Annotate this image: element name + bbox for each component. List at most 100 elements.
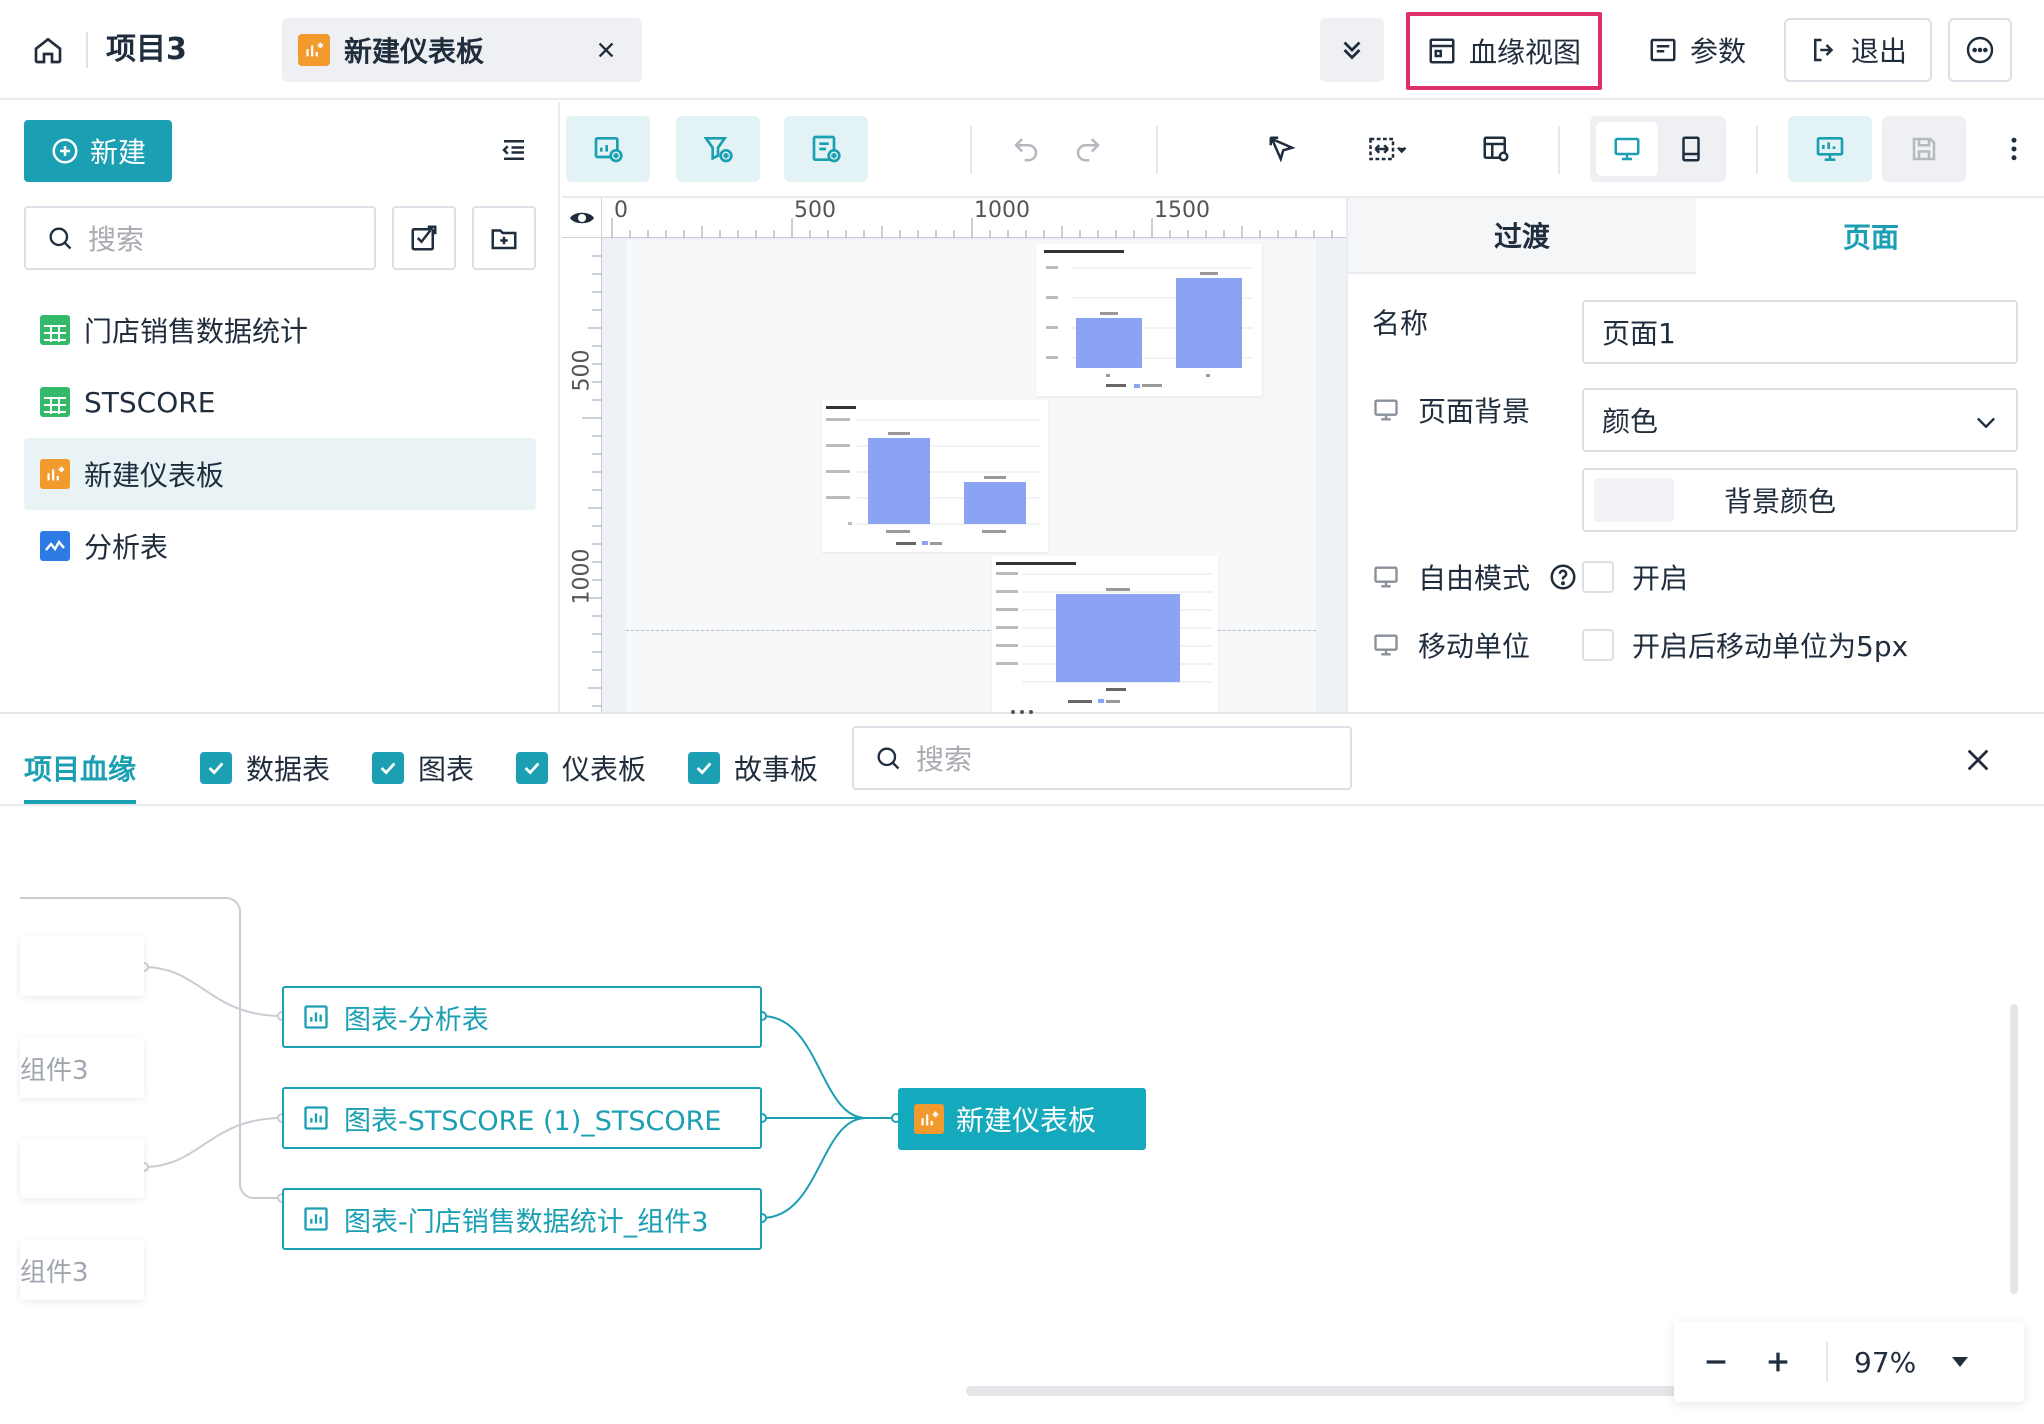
search-placeholder: 搜索 [88,223,145,256]
bar-chart-icon [304,1005,328,1029]
layout-gear-icon [1483,136,1509,162]
sidebar: 新建 搜索 门店销售数据统计 STSCORE 新建仪表板 分析表 [0,102,560,712]
divider [86,32,88,68]
background-type-select[interactable]: 颜色 [1582,388,2018,452]
undo-icon [1014,138,1038,162]
sidebar-item-stscore[interactable]: STSCORE [24,366,536,438]
monitor-icon [1374,399,1398,421]
new-folder-button[interactable] [472,206,536,270]
plus-circle-icon [52,138,78,164]
align-dropdown-button[interactable] [1348,116,1428,182]
table-icon [40,387,70,417]
params-button[interactable]: 参数 [1632,18,1762,82]
zoom-select[interactable]: 97% [1854,1340,2004,1384]
canvas-area: 0 500 1000 1500 500 1000 [562,198,1346,712]
add-component-button[interactable] [784,116,868,182]
new-button[interactable]: 新建 [24,120,172,182]
move-unit-label: 移动单位 [1372,624,1530,666]
sidebar-item-analysis[interactable]: 分析表 [24,510,536,582]
ghost-node[interactable] [20,936,144,996]
close-icon[interactable] [592,36,620,64]
background-color-picker[interactable]: 背景颜色 [1582,468,2018,532]
dashboard-icon [298,34,330,66]
ghost-node[interactable] [20,1138,144,1198]
monitor-icon [1374,566,1398,588]
zoom-control: 97% [1674,1322,2024,1402]
tab-page[interactable]: 页面 [1696,198,2044,274]
zoom-out-button[interactable] [1694,1340,1738,1384]
desktop-view-button[interactable] [1596,122,1658,176]
free-mode-checkbox[interactable] [1582,561,1614,593]
more-menu-button[interactable] [1948,18,2012,82]
top-bar: 项目3 新建仪表板 血缘视图 参数 退出 [0,0,2044,100]
layout-settings-button[interactable] [1466,116,1526,182]
lineage-node-chart-stscore[interactable]: 图表-STSCORE (1)_STSCORE [282,1087,762,1149]
editor-toolbar [562,102,2044,198]
chart-widget-analysis[interactable] [822,400,1048,552]
eye-icon [570,212,594,224]
vertical-scrollbar[interactable] [2010,1004,2018,1294]
page-background-label: 页面背景 [1372,390,1530,430]
collapse-sidebar-icon[interactable] [494,130,534,170]
horizontal-scrollbar[interactable] [966,1386,1746,1396]
toolbar-divider [1558,126,1560,174]
chart-widget-stscore[interactable] [1036,244,1262,396]
sidebar-item-new-dashboard[interactable]: 新建仪表板 [24,438,536,510]
color-swatch [1594,478,1674,522]
dashboard-icon [914,1104,944,1134]
lineage-node-chart-analysis[interactable]: 图表-分析表 [282,986,762,1048]
ruler-label: 1000 [974,198,1030,223]
clear-format-button[interactable] [1252,116,1312,182]
sidebar-search[interactable]: 搜索 [24,206,376,270]
lineage-node-chart-store-sales[interactable]: 图表-门店销售数据统计_组件3 [282,1188,762,1250]
undo-button[interactable] [996,116,1056,182]
toolbar-divider [1756,126,1758,174]
zoom-in-button[interactable] [1756,1340,1800,1384]
free-mode-label: 自由模式 [1372,556,1578,598]
name-label: 名称 [1372,307,1429,340]
collapse-chevron-button[interactable] [1320,18,1384,82]
minus-icon [1706,1360,1726,1364]
params-icon [1650,38,1676,62]
logout-icon [1813,38,1834,62]
page-name-input[interactable]: 页面1 [1582,300,2018,364]
ruler-label: 1000 [569,548,595,605]
ruler-label: 1500 [1154,198,1210,223]
save-button[interactable] [1882,116,1966,182]
home-icon[interactable] [28,30,68,70]
monitor-icon [1374,634,1398,656]
toolbar-divider [1156,126,1158,174]
ghost-node[interactable]: 组件3 [20,1038,144,1098]
add-filter-button[interactable] [676,116,760,182]
more-options-button[interactable] [1996,116,2032,182]
move-unit-checkbox[interactable] [1582,629,1614,661]
vertical-ruler: 500 1000 [562,238,602,712]
tab-transition[interactable]: 过渡 [1348,198,1696,274]
add-chart-icon [594,137,623,163]
horizontal-ruler: 0 500 1000 1500 [602,198,1346,238]
ruler-corner [562,198,602,238]
batch-select-button[interactable] [392,206,456,270]
lineage-node-dashboard[interactable]: 新建仪表板 [898,1088,1146,1150]
filter-plus-icon [703,137,733,163]
free-mode-option[interactable]: 开启 [1582,556,1688,598]
move-unit-option[interactable]: 开启后移动单位为5px [1582,624,1908,666]
chart-widget-store-sales[interactable] [992,556,1218,712]
add-chart-button[interactable] [566,116,650,182]
analysis-icon [40,531,70,561]
monitor-icon [1614,137,1640,161]
mobile-view-button[interactable] [1660,122,1722,176]
vertical-dots-icon [2011,137,2017,161]
align-icon [1369,137,1407,161]
redo-button[interactable] [1058,116,1118,182]
ghost-node[interactable]: 组件3 [20,1240,144,1300]
ruler-label: 500 [569,349,595,392]
preview-button[interactable] [1788,116,1872,182]
sidebar-item-store-sales[interactable]: 门店销售数据统计 [24,294,536,366]
redo-icon [1076,138,1100,162]
lineage-edges [20,897,901,1223]
exit-button[interactable]: 退出 [1784,18,1932,82]
bar-chart-icon [304,1106,328,1130]
tab-dashboard[interactable]: 新建仪表板 [282,18,642,82]
lineage-view-button[interactable]: 血缘视图 [1406,12,1602,90]
